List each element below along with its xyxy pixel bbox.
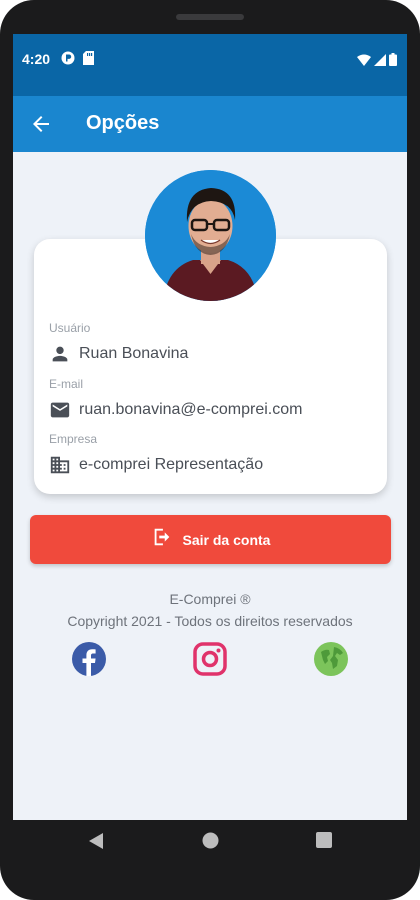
status-time: 4:20	[22, 51, 51, 67]
logout-label: Sair da conta	[182, 531, 271, 548]
app-notification-icon	[61, 51, 75, 70]
instagram-icon[interactable]	[192, 641, 228, 677]
phone-frame: 4:20 Opções Usuário Ruan Bonavina E-mail…	[0, 0, 420, 900]
company-value: e-comprei Representação	[79, 456, 264, 473]
brand-name: E-Comprei ®	[169, 591, 251, 607]
facebook-icon[interactable]	[71, 641, 107, 677]
logout-button[interactable]: Sair da conta	[30, 515, 391, 564]
company-row: e-comprei Representação	[49, 454, 263, 476]
page-title: Opções	[86, 112, 160, 134]
signal-icon	[374, 53, 386, 71]
navigation-bar	[0, 820, 420, 866]
username-value: Ruan Bonavina	[79, 345, 189, 362]
speaker-grille	[176, 14, 244, 20]
username-row: Ruan Bonavina	[49, 343, 188, 365]
wifi-icon	[357, 53, 371, 71]
copyright-text: Copyright 2021 - Todos os direitos reser…	[67, 613, 353, 629]
arrow-back-icon[interactable]	[29, 112, 53, 136]
username-label: Usuário	[49, 321, 91, 335]
logout-icon	[151, 526, 173, 553]
person-icon	[49, 343, 71, 365]
building-icon	[49, 454, 71, 476]
email-value: ruan.bonavina@e-comprei.com	[79, 401, 303, 418]
globe-icon[interactable]	[313, 641, 349, 677]
screen: 4:20 Opções Usuário Ruan Bonavina E-mail…	[13, 34, 407, 820]
avatar	[145, 170, 276, 301]
email-label: E-mail	[49, 377, 84, 391]
battery-icon	[389, 53, 397, 71]
sd-card-icon	[83, 51, 94, 70]
nav-recents-icon[interactable]	[316, 832, 332, 853]
mail-icon	[49, 399, 71, 421]
nav-home-icon[interactable]	[202, 832, 219, 854]
email-row: ruan.bonavina@e-comprei.com	[49, 399, 302, 421]
company-label: Empresa	[49, 432, 98, 446]
nav-back-icon[interactable]	[88, 832, 104, 855]
status-bar: 4:20	[13, 34, 407, 96]
app-bar: Opções	[13, 96, 407, 152]
